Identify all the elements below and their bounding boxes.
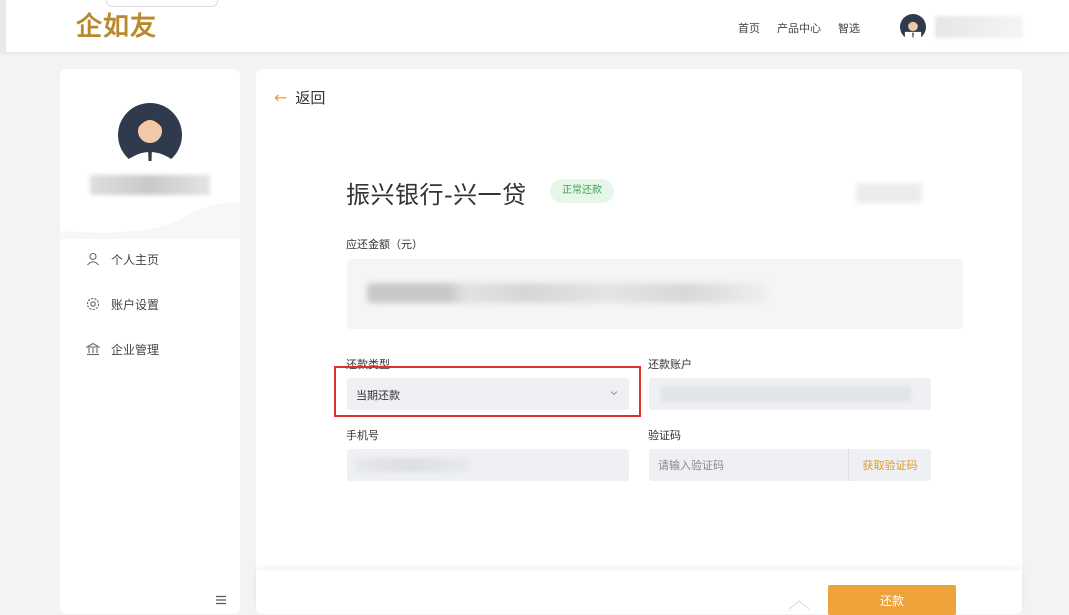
sidebar-item-label: 企业管理 (111, 342, 160, 357)
sidebar-item-company-management[interactable]: 企业管理 (86, 339, 159, 359)
product-title: 振兴银行-兴一贷 (346, 181, 527, 209)
chevron-up-icon[interactable] (787, 598, 811, 610)
logo[interactable]: 企如友 (76, 12, 157, 42)
top-bar: 企如友 首页 产品中心 智选 (0, 0, 1069, 52)
sidebar-item-label: 个人主页 (111, 252, 160, 267)
sidebar-item-account-settings[interactable]: 账户设置 (86, 294, 159, 314)
phone-label: 手机号 (346, 429, 379, 442)
repay-account-field[interactable] (649, 378, 931, 410)
sidebar-item-home[interactable]: 个人主页 (86, 249, 159, 269)
nav-product-center[interactable]: 产品中心 (777, 20, 821, 36)
amount-due-label: 应还金额（元） (346, 238, 423, 251)
menu-icon[interactable] (215, 594, 227, 606)
bank-icon (86, 342, 100, 356)
repay-account-redacted (661, 386, 911, 402)
verification-code-field: 获取验证码 (649, 449, 931, 481)
arrow-left-icon: ← (274, 88, 288, 107)
tab-hint (106, 0, 218, 7)
user-avatar[interactable] (900, 14, 926, 40)
window-edge (0, 0, 6, 52)
verification-code-input[interactable] (649, 449, 857, 481)
sidebar: 个人主页 账户设置 企业管理 (60, 69, 240, 614)
verification-code-label: 验证码 (648, 429, 681, 442)
back-label: 返回 (295, 89, 326, 107)
profile-avatar (118, 103, 182, 167)
highlight-box (334, 366, 641, 417)
sidebar-decoration (60, 202, 240, 239)
phone-redacted (355, 458, 469, 472)
username-redacted (935, 16, 1023, 38)
settings-icon (86, 297, 100, 311)
amount-due-redacted (367, 283, 767, 303)
status-badge: 正常还款 (550, 179, 614, 203)
amount-due-box (347, 259, 963, 329)
repay-account-label: 还款账户 (648, 358, 692, 371)
user-icon (87, 252, 99, 266)
nav-smart-select[interactable]: 智选 (838, 20, 860, 36)
repay-button[interactable]: 还款 (828, 585, 956, 615)
redacted-info (856, 183, 922, 203)
sidebar-item-label: 账户设置 (111, 297, 160, 312)
back-button[interactable]: ← 返回 (274, 87, 325, 108)
nav-home[interactable]: 首页 (738, 20, 760, 36)
phone-field[interactable] (347, 449, 629, 481)
main-panel: ← 返回 振兴银行-兴一贷 正常还款 应还金额（元） 还款类型 还款账户 当期还… (256, 69, 1022, 614)
get-code-button[interactable]: 获取验证码 (848, 449, 931, 481)
